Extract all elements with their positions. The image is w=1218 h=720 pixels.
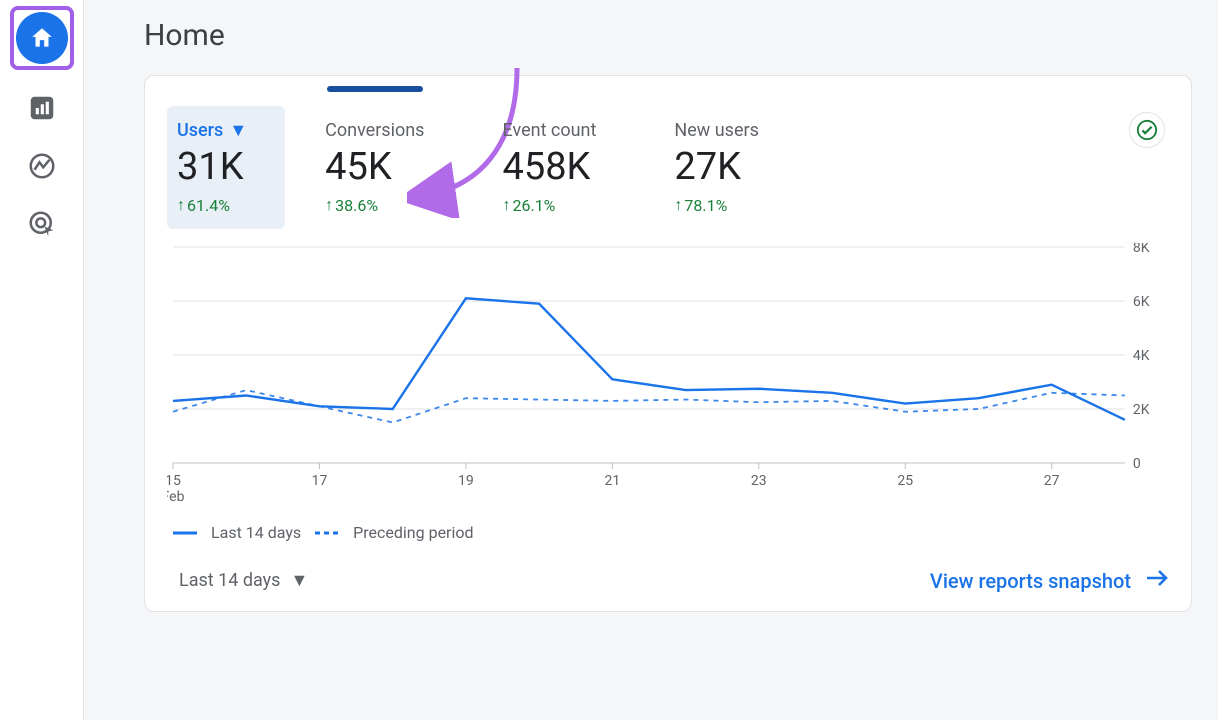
svg-text:15: 15 (167, 473, 181, 489)
metric-delta-text: 26.1% (512, 196, 555, 215)
svg-text:Feb: Feb (167, 489, 185, 503)
svg-text:0: 0 (1133, 456, 1141, 472)
arrow-up-icon: ↑ (177, 195, 185, 215)
arrow-right-icon (1145, 568, 1169, 593)
metric-value: 458K (502, 145, 596, 189)
sidebar-item-home[interactable] (10, 6, 74, 70)
sidebar-item-advertising[interactable] (22, 204, 62, 244)
metric-label: New users (674, 120, 759, 141)
metric-value: 45K (325, 145, 424, 189)
metric-label: Users ▼ (177, 120, 247, 141)
legend-swatch-previous (315, 523, 339, 542)
metric-delta-text: 38.6% (335, 196, 378, 215)
reports-icon (27, 93, 57, 123)
arrow-up-icon: ↑ (674, 195, 682, 215)
svg-text:8K: 8K (1133, 243, 1150, 256)
target-cursor-icon (27, 209, 57, 239)
chevron-down-icon: ▼ (290, 570, 308, 591)
metric-label: Conversions (325, 120, 424, 141)
sidebar-item-reports[interactable] (22, 88, 62, 128)
svg-text:21: 21 (604, 473, 620, 489)
svg-text:27: 27 (1044, 473, 1060, 489)
metric-value: 27K (674, 145, 759, 189)
card-accent-bar (327, 86, 423, 92)
view-reports-snapshot-link[interactable]: View reports snapshot (930, 568, 1169, 593)
users-trend-chart: 0 2K 4K 6K 8K 15Feb 17 19 21 23 25 27 (167, 243, 1169, 503)
metric-conversions[interactable]: Conversions 45K ↑ 38.6% (315, 106, 462, 229)
svg-text:4K: 4K (1133, 348, 1150, 364)
explore-icon (27, 151, 57, 181)
svg-text:23: 23 (751, 473, 767, 489)
legend-swatch-current (173, 523, 197, 542)
svg-text:2K: 2K (1133, 402, 1150, 418)
metric-delta: ↑ 61.4% (177, 195, 247, 215)
metric-users[interactable]: Users ▼ 31K ↑ 61.4% (167, 106, 285, 229)
svg-text:17: 17 (312, 473, 328, 489)
metric-delta-text: 78.1% (684, 196, 727, 215)
home-icon (16, 12, 68, 64)
chevron-down-icon: ▼ (229, 120, 247, 141)
link-label: View reports snapshot (930, 569, 1131, 593)
date-range-select[interactable]: Last 14 days ▼ (179, 570, 308, 591)
check-circle-icon (1136, 119, 1158, 141)
page-title: Home (144, 18, 1194, 53)
svg-text:6K: 6K (1133, 294, 1150, 310)
metric-delta: ↑ 38.6% (325, 195, 424, 215)
overview-card: Users ▼ 31K ↑ 61.4% Conversions 45K ↑ 38… (144, 75, 1192, 612)
metric-delta: ↑ 78.1% (674, 195, 759, 215)
metric-label-text: Users (177, 120, 223, 141)
metrics-row: Users ▼ 31K ↑ 61.4% Conversions 45K ↑ 38… (167, 106, 1169, 229)
metric-label: Event count (502, 120, 596, 141)
svg-text:25: 25 (897, 473, 913, 489)
legend-label-current: Last 14 days (211, 523, 301, 542)
metric-delta-text: 61.4% (187, 196, 230, 215)
arrow-up-icon: ↑ (325, 195, 333, 215)
sidebar-item-explore[interactable] (22, 146, 62, 186)
date-range-label: Last 14 days (179, 570, 280, 591)
svg-text:19: 19 (458, 473, 474, 489)
legend-label-previous: Preceding period (353, 523, 473, 542)
card-footer: Last 14 days ▼ View reports snapshot (167, 568, 1169, 593)
metric-delta: ↑ 26.1% (502, 195, 596, 215)
main-content: Home Users ▼ 31K (84, 0, 1218, 720)
status-check-badge[interactable] (1129, 112, 1165, 148)
metric-new-users[interactable]: New users 27K ↑ 78.1% (664, 106, 797, 229)
arrow-up-icon: ↑ (502, 195, 510, 215)
metric-value: 31K (177, 145, 247, 189)
metric-event-count[interactable]: Event count 458K ↑ 26.1% (492, 106, 634, 229)
sidebar (0, 0, 84, 720)
chart-legend: Last 14 days Preceding period (173, 523, 1169, 542)
